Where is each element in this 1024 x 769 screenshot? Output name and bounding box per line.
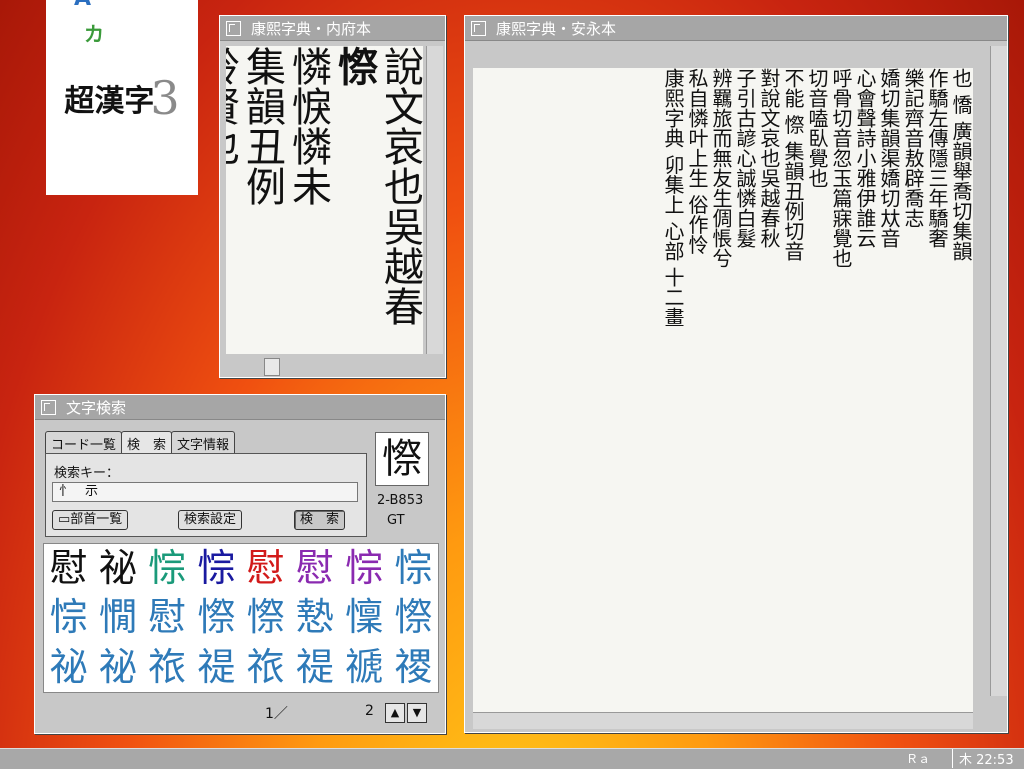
- result-char[interactable]: 祣: [143, 643, 192, 692]
- search-settings-button[interactable]: 検索設定: [178, 510, 243, 530]
- result-char[interactable]: 悰: [44, 593, 93, 642]
- result-char[interactable]: 慹: [290, 593, 339, 642]
- result-char[interactable]: 祕: [93, 544, 142, 593]
- result-char[interactable]: 禠: [340, 643, 389, 692]
- result-char[interactable]: 祣: [241, 643, 290, 692]
- result-char[interactable]: 祕: [93, 643, 142, 692]
- result-char[interactable]: 懍: [340, 593, 389, 642]
- anei-column: 切音嗑臥覺也: [805, 68, 829, 188]
- anei-dictionary-window[interactable]: 康熙字典・安永本 也 憍 廣韻舉喬切集韻 作驕左傳隱三年驕奢 樂記齊音敖辟喬志 …: [464, 15, 1008, 733]
- tab-char-info[interactable]: 文字情報: [171, 431, 236, 455]
- search-button[interactable]: 検 索: [294, 510, 346, 530]
- logo-version: 3: [150, 70, 180, 125]
- anei-column: 對說文哀也吳越春秋: [757, 68, 781, 248]
- char-preview: 憏: [375, 432, 429, 486]
- result-char[interactable]: 悰: [340, 544, 389, 593]
- app-logo: 超漢字 A カ 3: [46, 0, 198, 195]
- taskbar: [0, 748, 1024, 769]
- result-char[interactable]: 慰: [44, 544, 93, 593]
- result-char[interactable]: 悰: [143, 544, 192, 593]
- naifu-hscroll-thumb[interactable]: [264, 358, 280, 376]
- anei-column: 子引古諺心誠憐白髮: [733, 68, 757, 248]
- naifu-headword: 憏: [331, 46, 378, 86]
- result-char[interactable]: 憏: [241, 593, 290, 642]
- naifu-titlebar[interactable]: 康熙字典・内府本: [220, 16, 445, 41]
- anei-hscrollbar[interactable]: [473, 712, 973, 729]
- result-char[interactable]: 悰: [389, 544, 438, 593]
- result-char[interactable]: 禔: [290, 643, 339, 692]
- search-key-input[interactable]: 忄 示: [52, 482, 358, 502]
- naifu-title: 康熙字典・内府本: [251, 19, 372, 38]
- anei-titlebar[interactable]: 康熙字典・安永本: [465, 16, 1007, 41]
- anei-column: 私自憐叶上生 俗作怜: [685, 68, 709, 255]
- result-char[interactable]: 祕: [44, 643, 93, 692]
- ime-indicator[interactable]: Ｒａ: [906, 750, 930, 767]
- naifu-column: 說文哀也吳越春: [377, 46, 423, 326]
- result-char[interactable]: 禝: [389, 643, 438, 692]
- anei-scrollbar[interactable]: [990, 46, 1007, 696]
- result-char[interactable]: 憪: [93, 593, 142, 642]
- anei-column: 康熙字典 卯集上 心部 十二畫: [661, 68, 685, 328]
- search-tabs: コード一覧 検 索 文字情報: [45, 431, 236, 455]
- anei-column: 呼骨切音忽玉篇寐覺也: [829, 68, 853, 268]
- anei-column: 作驕左傳隱三年驕奢: [925, 68, 949, 248]
- search-results-grid: 慰祕悰悰慰慰悰悰悰憪慰憏憏慹懍憏祕祕祣禔祣禔禠禝: [43, 543, 439, 693]
- result-char[interactable]: 憏: [192, 593, 241, 642]
- result-char[interactable]: 憏: [389, 593, 438, 642]
- char-code-set: GT: [387, 513, 405, 528]
- clock: 木 22:53: [952, 749, 1014, 768]
- result-char[interactable]: 禔: [192, 643, 241, 692]
- logo-accent-ka: カ: [84, 22, 104, 46]
- naifu-page-image: 說文哀也吳越春 憏 憐悷憐未 集韻丑例 聆賢也: [226, 46, 423, 354]
- naifu-column: 集韻丑例: [239, 46, 285, 206]
- anei-column: 辨羈旅而無友生倜悵兮: [709, 68, 733, 268]
- result-char[interactable]: 慰: [290, 544, 339, 593]
- naifu-scrollbar[interactable]: [426, 46, 443, 354]
- result-char[interactable]: 慰: [241, 544, 290, 593]
- anei-column: 樂記齊音敖辟喬志: [901, 68, 925, 228]
- page-current: 1／: [265, 706, 288, 722]
- window-box-icon[interactable]: [41, 399, 56, 415]
- page-up-icon[interactable]: ▲: [385, 703, 405, 723]
- window-box-icon[interactable]: [471, 20, 486, 36]
- naifu-column: 聆賢也: [226, 46, 239, 166]
- search-titlebar[interactable]: 文字検索: [35, 395, 445, 420]
- logo-main-text: 超漢字: [64, 83, 155, 119]
- tab-code-list[interactable]: コード一覧: [45, 431, 123, 455]
- character-search-window[interactable]: 文字検索 コード一覧 検 索 文字情報 検索キー： 忄 示 ▭部首一覧 検索設定…: [34, 394, 446, 734]
- result-char[interactable]: 悰: [192, 544, 241, 593]
- anei-column: 也 憍 廣韻舉喬切集韻: [949, 68, 973, 261]
- naifu-dictionary-window[interactable]: 康熙字典・内府本 說文哀也吳越春 憏 憐悷憐未 集韻丑例 聆賢也: [219, 15, 446, 378]
- search-title: 文字検索: [66, 398, 127, 417]
- window-box-icon[interactable]: [226, 20, 241, 36]
- search-panel: 検索キー： 忄 示 ▭部首一覧 検索設定 検 索: [45, 453, 367, 537]
- naifu-column: 憐悷憐未: [285, 46, 331, 206]
- result-char[interactable]: 慰: [143, 593, 192, 642]
- page-total: 2: [365, 703, 374, 719]
- char-code: 2-B853: [377, 493, 424, 508]
- anei-title: 康熙字典・安永本: [496, 19, 617, 38]
- radical-list-button[interactable]: ▭部首一覧: [52, 510, 129, 530]
- page-down-icon[interactable]: ▼: [407, 703, 427, 723]
- search-key-label: 検索キー：: [54, 466, 120, 481]
- anei-column: 不能 憏 集韻丑例切音: [781, 68, 805, 261]
- tab-search[interactable]: 検 索: [121, 431, 173, 455]
- logo-accent-a: A: [74, 0, 91, 11]
- anei-page-image: 也 憍 廣韻舉喬切集韻 作驕左傳隱三年驕奢 樂記齊音敖辟喬志 嬌切集韻渠嬌切夶音…: [473, 68, 973, 718]
- anei-column: 心會聲詩小雅伊誰云: [853, 68, 877, 248]
- anei-column: 嬌切集韻渠嬌切夶音: [877, 68, 901, 248]
